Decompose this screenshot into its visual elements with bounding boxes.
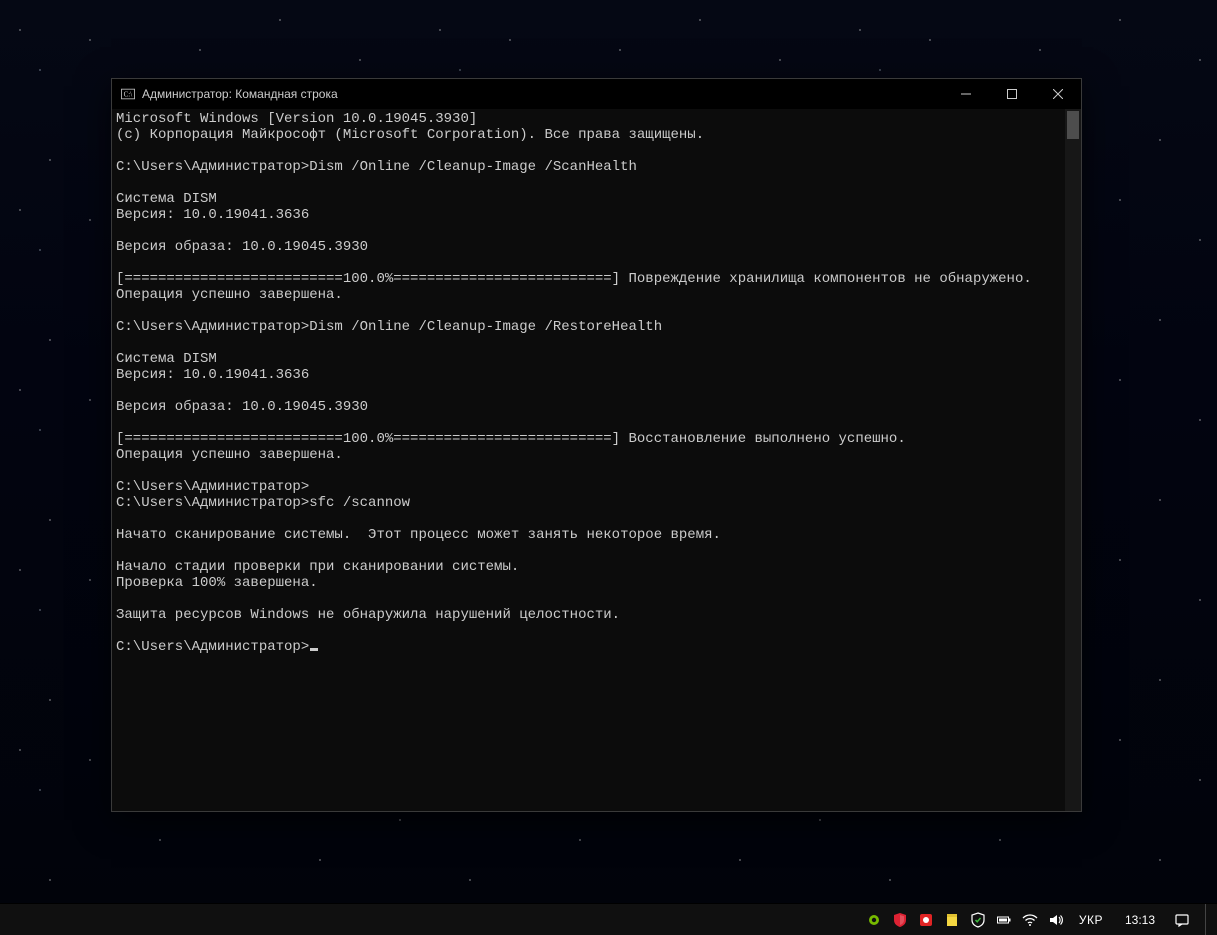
terminal-scrollbar[interactable] [1065,109,1081,811]
taskbar[interactable]: УКР 13:13 [0,903,1217,935]
volume-tray-icon[interactable] [1047,911,1065,929]
maximize-button[interactable] [989,79,1035,109]
cmd-window: C:\ Администратор: Командная строка Micr… [111,78,1082,812]
show-desktop-button[interactable] [1205,904,1211,935]
system-tray: УКР 13:13 [859,904,1217,935]
security-tray-icon[interactable] [969,911,987,929]
cmd-icon: C:\ [120,86,136,102]
battery-tray-icon[interactable] [995,911,1013,929]
taskbar-clock[interactable]: 13:13 [1117,913,1163,927]
titlebar[interactable]: C:\ Администратор: Командная строка [112,79,1081,109]
terminal-prompt[interactable]: C:\Users\Администратор> [116,639,309,655]
wifi-tray-icon[interactable] [1021,911,1039,929]
window-title: Администратор: Командная строка [142,87,338,101]
app-tray-icon[interactable] [917,911,935,929]
terminal-output[interactable]: Microsoft Windows [Version 10.0.19045.39… [112,109,1065,811]
notifications-icon[interactable] [1171,911,1193,929]
terminal-body: Microsoft Windows [Version 10.0.19045.39… [112,109,1081,811]
scrollbar-thumb[interactable] [1067,111,1079,139]
shield-tray-icon[interactable] [891,911,909,929]
language-indicator[interactable]: УКР [1073,913,1109,927]
close-button[interactable] [1035,79,1081,109]
svg-text:C:\: C:\ [124,91,133,99]
terminal-cursor [310,648,318,651]
note-tray-icon[interactable] [943,911,961,929]
minimize-button[interactable] [943,79,989,109]
nvidia-tray-icon[interactable] [865,911,883,929]
